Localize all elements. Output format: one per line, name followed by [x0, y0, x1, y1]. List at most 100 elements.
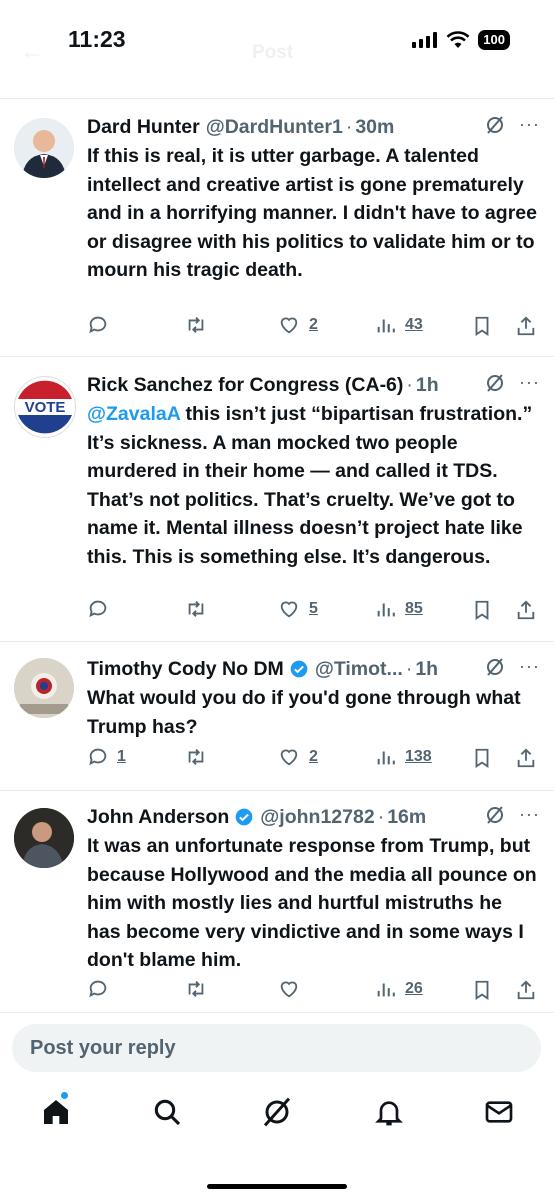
views-button[interactable]: 43 — [375, 314, 423, 336]
reply-input[interactable]: Post your reply — [12, 1024, 541, 1072]
repost-button[interactable] — [184, 746, 216, 768]
status-time: 11:23 — [68, 26, 126, 52]
like-button[interactable]: 2 — [277, 314, 318, 336]
tab-search[interactable] — [151, 1096, 183, 1133]
grok-icon[interactable] — [485, 115, 505, 135]
views-button[interactable]: 26 — [375, 978, 423, 1000]
bookmark-button[interactable] — [471, 314, 493, 338]
grok-icon[interactable] — [485, 373, 505, 393]
tweet-text: @ZavalaA this isn’t just “bipartisan fru… — [87, 403, 533, 568]
heart-icon — [280, 601, 298, 618]
home-indicator[interactable] — [207, 1184, 347, 1189]
like-button[interactable]: 5 — [277, 598, 318, 620]
tab-home[interactable] — [40, 1092, 72, 1133]
battery-indicator: 100 — [478, 30, 510, 50]
views-icon — [377, 603, 395, 617]
reply-button[interactable]: 1 — [87, 746, 126, 768]
reply-button[interactable] — [87, 314, 117, 336]
reply-button[interactable] — [87, 978, 117, 1000]
more-options-icon[interactable]: ··· — [519, 656, 540, 677]
reply-icon — [89, 600, 107, 618]
share-button[interactable] — [515, 978, 537, 1002]
messages-icon — [485, 1101, 513, 1123]
mention-link[interactable]: @ZavalaA — [87, 403, 180, 425]
author-handle[interactable]: @DardHunter1 — [206, 116, 343, 139]
repost-button[interactable] — [184, 978, 216, 1000]
share-button[interactable] — [515, 314, 537, 338]
repost-button[interactable] — [184, 598, 216, 620]
views-button[interactable]: 138 — [375, 746, 432, 768]
bookmark-button[interactable] — [471, 746, 493, 770]
tweet-header: John Anderson @john12782 · 16m ··· — [87, 804, 540, 829]
like-button[interactable]: 2 — [277, 746, 318, 768]
post-time[interactable]: 16m — [387, 806, 426, 829]
more-options-icon[interactable]: ··· — [519, 372, 540, 393]
grok-icon[interactable] — [485, 657, 505, 677]
like-button[interactable] — [277, 978, 309, 1000]
reply-icon — [89, 748, 107, 766]
reply-button[interactable] — [87, 598, 117, 620]
author-name[interactable]: Dard Hunter — [87, 116, 200, 139]
tweet-text: It was an unfortunate response from Trum… — [87, 835, 537, 971]
tweet-text: If this is real, it is utter garbage. A … — [87, 145, 537, 281]
tweet-actions: 2 43 — [87, 314, 540, 342]
bookmark-button[interactable] — [471, 978, 493, 1002]
home-icon — [44, 1100, 68, 1124]
reply-placeholder: Post your reply — [30, 1037, 176, 1059]
tweet-item[interactable]: VOTE Rick Sanchez for Congress (CA-6) · … — [0, 372, 554, 640]
more-options-icon[interactable]: ··· — [519, 804, 540, 825]
share-icon — [517, 316, 535, 336]
avatar[interactable] — [14, 118, 74, 178]
share-button[interactable] — [515, 746, 537, 770]
tweet-item[interactable]: John Anderson @john12782 · 16m ··· It wa… — [0, 804, 554, 1010]
views-icon — [377, 983, 395, 997]
back-arrow-icon[interactable]: ← — [20, 38, 44, 66]
tweet-text: What would you do if you'd gone through … — [87, 687, 521, 738]
tab-messages[interactable] — [483, 1096, 515, 1133]
tab-grok[interactable] — [261, 1096, 293, 1133]
bookmark-icon — [475, 748, 489, 768]
share-button[interactable] — [515, 598, 537, 622]
verified-badge-icon — [290, 660, 308, 678]
tweet-actions: 26 — [87, 978, 540, 1006]
grok-icon — [263, 1097, 291, 1127]
avatar[interactable] — [14, 808, 74, 868]
views-button[interactable]: 85 — [375, 598, 423, 620]
share-icon — [517, 980, 535, 1000]
repost-button[interactable] — [184, 314, 216, 336]
post-time[interactable]: 30m — [355, 116, 394, 139]
heart-icon — [280, 981, 298, 998]
grok-icon[interactable] — [485, 805, 505, 825]
reply-icon — [89, 980, 107, 998]
bookmark-icon — [475, 600, 489, 620]
author-handle[interactable]: @john12782 — [260, 806, 374, 829]
tweet-item[interactable]: Timothy Cody No DM @Timot... · 1h ··· Wh… — [0, 656, 554, 786]
views-icon — [377, 319, 395, 333]
bookmark-button[interactable] — [471, 598, 493, 622]
tweet-item[interactable]: Dard Hunter @DardHunter1 · 30m ··· If th… — [0, 114, 554, 354]
wifi-icon — [446, 31, 470, 48]
tweet-actions: 1 2 138 — [87, 746, 540, 774]
avatar[interactable]: VOTE — [14, 376, 76, 438]
more-options-icon[interactable]: ··· — [519, 114, 540, 135]
avatar[interactable] — [14, 658, 74, 718]
repost-icon — [188, 601, 204, 617]
repost-icon — [188, 317, 204, 333]
post-time[interactable]: 1h — [416, 374, 439, 397]
status-bar: ← Post 11:23 100 — [0, 0, 554, 98]
bookmark-icon — [475, 316, 489, 336]
repost-icon — [188, 749, 204, 765]
tweet-header: Dard Hunter @DardHunter1 · 30m ··· — [87, 114, 540, 139]
author-name[interactable]: John Anderson — [87, 806, 229, 829]
views-icon — [377, 751, 395, 765]
author-name[interactable]: Rick Sanchez for Congress (CA-6) — [87, 374, 403, 397]
tab-notifications[interactable] — [373, 1096, 405, 1133]
post-time[interactable]: 1h — [415, 658, 438, 681]
unread-dot — [61, 1092, 68, 1099]
signal-icon — [412, 32, 438, 48]
heart-icon — [280, 749, 298, 766]
vote-badge-text: VOTE — [25, 399, 66, 416]
author-handle[interactable]: @Timot... — [315, 658, 403, 681]
author-name[interactable]: Timothy Cody No DM — [87, 658, 284, 681]
repost-icon — [188, 981, 204, 997]
